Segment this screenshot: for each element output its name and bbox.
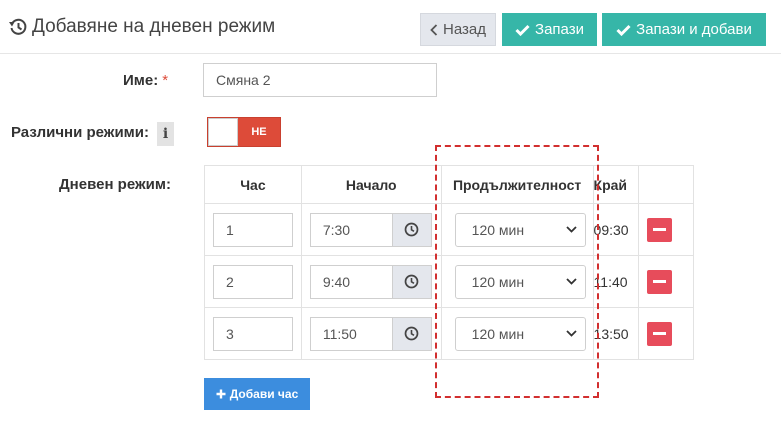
start-time-input[interactable]: 9:40 [309, 264, 392, 299]
chevron-down-icon [566, 278, 577, 285]
save-and-add-button-label: Запази и добави [636, 21, 752, 38]
chevron-down-icon [566, 330, 577, 337]
end-time: 09:30 [593, 221, 629, 238]
start-time-value: 7:30 [322, 221, 351, 238]
clock-button[interactable] [391, 316, 432, 351]
start-time-input[interactable]: 11:50 [309, 316, 392, 351]
modes-label: Различни режими: [11, 124, 149, 141]
check-icon [616, 24, 631, 36]
column-header-hour: Час [204, 165, 302, 204]
hour-input[interactable]: 3 [213, 316, 293, 351]
duration-value: 120 мин [471, 325, 525, 342]
minus-icon [653, 332, 667, 335]
toggle-state-text: НЕ [251, 126, 267, 138]
name-input[interactable]: Смяна 2 [203, 63, 437, 97]
start-time-group: 9:40 [309, 264, 432, 299]
toggle-knob [208, 118, 238, 146]
table-row: 1 7:30 120 мин 09:30 [204, 203, 694, 256]
duration-select[interactable]: 120 мин [454, 316, 586, 351]
column-header-duration: Продължителност [440, 165, 594, 204]
table-header-row: Час Начало Продължителност Край [204, 165, 694, 204]
save-and-add-button[interactable]: Запази и добави [602, 13, 766, 46]
schedule-table: Час Начало Продължителност Край 1 7:30 1… [204, 165, 694, 360]
clock-icon [404, 222, 419, 237]
start-time-group: 7:30 [309, 212, 432, 247]
hour-value: 3 [226, 325, 234, 342]
start-time-input[interactable]: 7:30 [309, 212, 392, 247]
name-label-text: Име: [123, 72, 159, 89]
end-time: 11:40 [593, 273, 628, 290]
plus-icon [216, 389, 226, 399]
back-button-label: Назад [443, 21, 486, 38]
clock-button[interactable] [391, 264, 432, 299]
column-header-actions [638, 165, 694, 204]
page-title-text: Добавяне на дневен режим [32, 16, 276, 37]
save-button-label: Запази [535, 21, 584, 38]
delete-row-button[interactable] [647, 269, 673, 294]
duration-select[interactable]: 120 мин [454, 264, 586, 299]
minus-icon [653, 228, 667, 231]
clock-icon [404, 274, 419, 289]
chevron-left-icon [430, 23, 438, 36]
clock-button[interactable] [391, 212, 432, 247]
hour-value: 1 [226, 221, 234, 238]
check-icon [515, 24, 530, 36]
chevron-down-icon [566, 226, 577, 233]
page-header: Добавяне на дневен режим Назад Запази За… [0, 0, 781, 54]
delete-row-button[interactable] [647, 321, 673, 346]
table-row: 3 11:50 120 мин 13:50 [204, 307, 694, 360]
start-time-value: 11:50 [322, 325, 357, 342]
hour-input[interactable]: 1 [213, 212, 293, 247]
history-icon [9, 18, 27, 35]
info-icon[interactable]: i [157, 122, 174, 146]
hour-value: 2 [226, 273, 234, 290]
duration-select[interactable]: 120 мин [454, 212, 586, 247]
start-time-group: 11:50 [309, 316, 432, 351]
column-header-start: Начало [300, 165, 442, 204]
start-time-value: 9:40 [322, 273, 351, 290]
table-row: 2 9:40 120 мин 11:40 [204, 255, 694, 308]
save-button[interactable]: Запази [502, 13, 597, 46]
minus-icon [653, 280, 667, 283]
delete-row-button[interactable] [647, 217, 673, 242]
page-title: Добавяне на дневен режим [8, 16, 275, 38]
name-label: Име: * [123, 72, 168, 89]
add-hour-button[interactable]: Добави час [204, 378, 310, 410]
name-input-value: Смяна 2 [216, 72, 271, 88]
duration-value: 120 мин [471, 273, 525, 290]
hour-input[interactable]: 2 [213, 264, 293, 299]
clock-icon [404, 326, 419, 341]
schedule-label: Дневен режим: [59, 176, 171, 193]
add-hour-button-label: Добави час [229, 387, 299, 401]
column-header-end: Край [592, 165, 640, 204]
back-button[interactable]: Назад [420, 13, 496, 46]
duration-value: 120 мин [471, 221, 525, 238]
end-time: 13:50 [593, 325, 629, 342]
required-mark: * [162, 72, 169, 89]
modes-toggle[interactable]: НЕ [207, 117, 281, 147]
